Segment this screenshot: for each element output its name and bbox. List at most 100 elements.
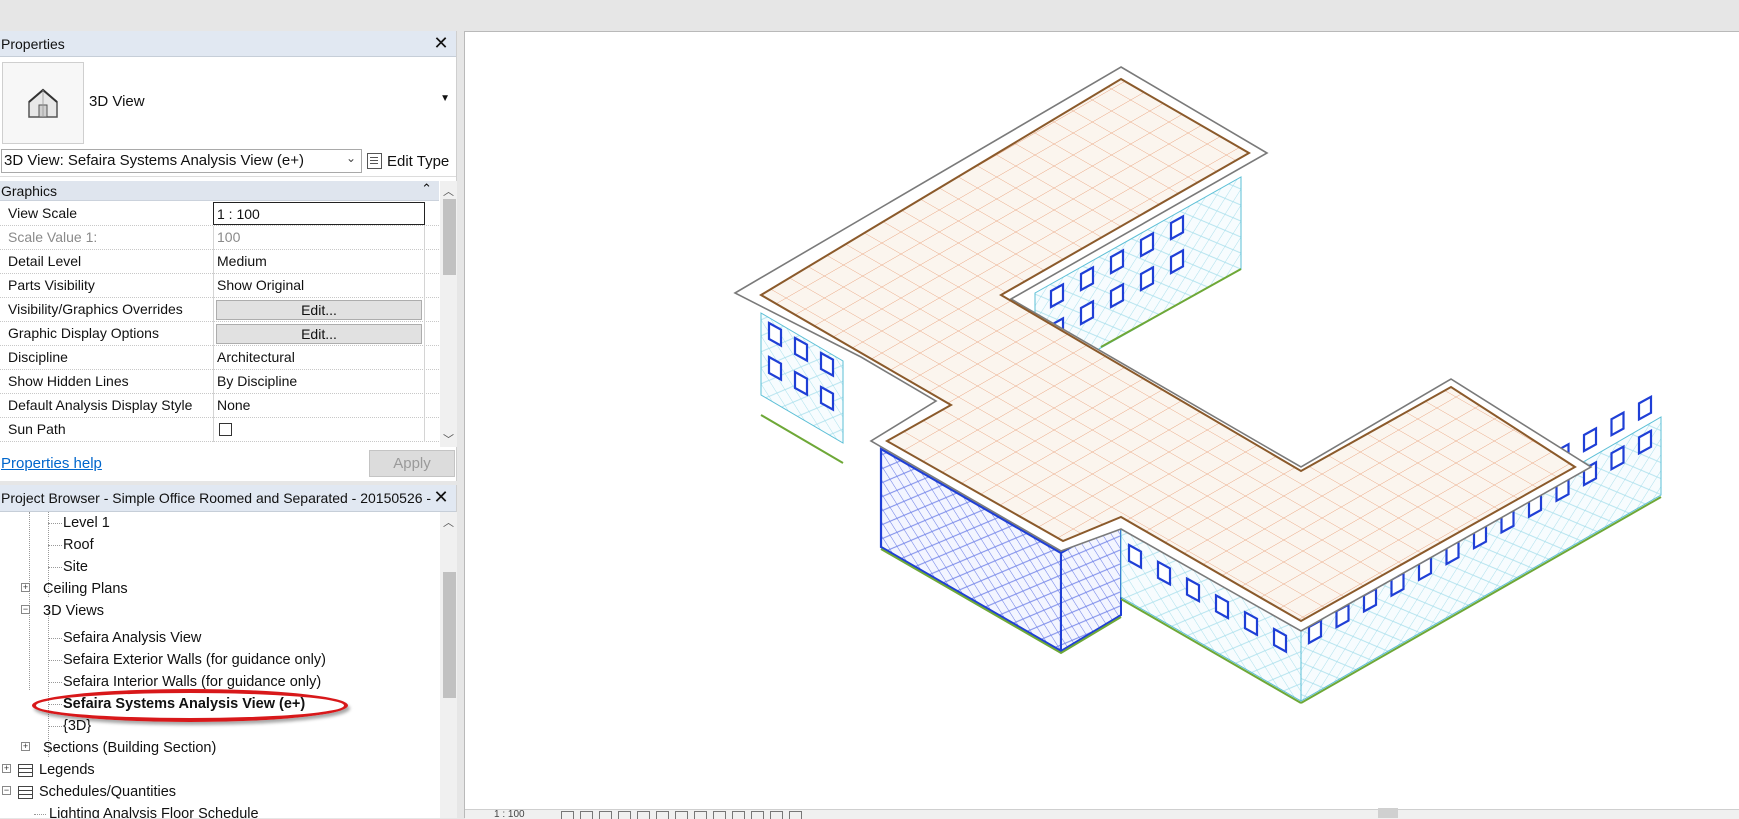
edit-type-label: Edit Type (387, 152, 450, 170)
tree-item-label: Lighting Analysis Floor Schedule (49, 806, 259, 818)
property-value-cell: Edit... (213, 298, 425, 322)
properties-help-link[interactable]: Properties help (1, 455, 102, 472)
scroll-up-icon[interactable]: ︿ (440, 183, 457, 199)
viewport-scroll-thumb[interactable] (1378, 808, 1398, 818)
detail-level-value[interactable]: Medium (213, 250, 425, 274)
group-header-graphics[interactable]: Graphics ⌃ (0, 181, 439, 201)
edit-type-button[interactable]: Edit Type (367, 149, 449, 173)
instance-selector[interactable]: 3D View: Sefaira Systems Analysis View (… (1, 149, 362, 173)
property-row: Default Analysis Display Style None (0, 394, 439, 418)
property-row: Show Hidden Lines By Discipline (0, 370, 439, 394)
tree-guide (48, 660, 62, 661)
properties-scrollbar[interactable]: ︿ ﹀ (440, 181, 457, 447)
analysis-style-value[interactable]: None (213, 394, 425, 418)
tree-item-legends[interactable]: Legends (18, 759, 95, 781)
group-header-label: Graphics (1, 183, 58, 199)
collapse-node-icon[interactable]: − (2, 786, 11, 795)
tree-item-sefaira-systems-analysis-view[interactable]: Sefaira Systems Analysis View (e+) (63, 693, 305, 715)
tree-guide (48, 545, 62, 546)
apply-button[interactable]: Apply (369, 450, 455, 477)
tree-item-sefaira-interior-walls[interactable]: Sefaira Interior Walls (for guidance onl… (63, 671, 321, 693)
tree-item-label: {3D} (63, 718, 92, 734)
tree-item-schedules[interactable]: Schedules/Quantities (18, 781, 176, 803)
parts-visibility-value[interactable]: Show Original (213, 274, 425, 298)
tree-guide (48, 567, 62, 568)
expand-icon[interactable]: + (21, 583, 30, 592)
tree-guide (48, 523, 62, 524)
property-value: 100 (213, 226, 425, 250)
property-name: Parts Visibility (8, 277, 95, 293)
property-row: Parts Visibility Show Original (0, 274, 439, 298)
property-name: Graphic Display Options (8, 325, 159, 341)
instance-selector-value: 3D View: Sefaira Systems Analysis View (… (4, 152, 304, 169)
3d-viewport[interactable]: 1 : 100 (464, 31, 1739, 819)
tree-guide (34, 814, 46, 815)
properties-close-icon[interactable]: ✕ (432, 33, 450, 53)
properties-title: Properties (1, 35, 65, 52)
property-name: Detail Level (8, 253, 82, 269)
properties-title-bar: Properties ✕ (0, 31, 456, 57)
tree-guide (29, 512, 30, 690)
vg-overrides-edit-button[interactable]: Edit... (216, 300, 422, 320)
tree-item-label: Roof (63, 537, 94, 553)
property-name: Discipline (8, 349, 68, 365)
property-value-cell: Edit... (213, 322, 425, 346)
properties-panel: Properties ✕ 3D View ▼ 3D View: Sefaira … (0, 31, 457, 481)
property-row: Detail Level Medium (0, 250, 439, 274)
property-row: Scale Value 1: 100 (0, 226, 439, 250)
project-browser-close-icon[interactable]: ✕ (432, 487, 450, 507)
tree-item-label: Sections (Building Section) (43, 740, 217, 756)
browser-scrollbar[interactable]: ︿ (440, 512, 457, 818)
type-name: 3D View (89, 93, 145, 110)
expand-icon[interactable]: + (21, 742, 30, 751)
collapse-icon[interactable]: ⌃ (421, 181, 432, 197)
property-row: Visibility/Graphics Overrides Edit... (0, 298, 439, 322)
type-dropdown-arrow-icon[interactable]: ▼ (440, 93, 450, 104)
tree-item-3d[interactable]: {3D} (63, 715, 91, 737)
scroll-thumb[interactable] (443, 572, 456, 698)
property-name: View Scale (8, 205, 78, 221)
property-name: Sun Path (8, 421, 66, 437)
tree-guide (48, 726, 62, 727)
tree-item-sefaira-analysis-view[interactable]: Sefaira Analysis View (63, 627, 201, 649)
tree-guide (48, 638, 62, 639)
chevron-down-icon: ⌄ (345, 151, 356, 165)
tree-item-3d-views[interactable]: 3D Views (43, 600, 104, 622)
tree-item-ceiling-plans[interactable]: Ceiling Plans (43, 578, 128, 600)
tree-guide (48, 682, 62, 683)
scroll-up-icon[interactable]: ︿ (440, 514, 457, 530)
schedule-icon (18, 785, 33, 799)
tree-item-level-1[interactable]: Level 1 (63, 512, 110, 534)
tree-item-sections[interactable]: Sections (Building Section) (43, 737, 216, 759)
tree-item-site[interactable]: Site (63, 556, 88, 578)
tree-item-label: 3D Views (43, 603, 104, 619)
property-row: View Scale 1 : 100 (0, 202, 439, 226)
tree-item-sefaira-exterior-walls[interactable]: Sefaira Exterior Walls (for guidance onl… (63, 649, 326, 671)
tree-item-label: Legends (39, 762, 95, 778)
window (1610, 410, 1625, 438)
tree-item-lighting-schedule[interactable]: Lighting Analysis Floor Schedule (49, 803, 259, 818)
top-toolbar-strip (0, 0, 1739, 31)
tree-item-roof[interactable]: Roof (63, 534, 94, 556)
collapse-node-icon[interactable]: − (21, 605, 30, 614)
hidden-lines-value[interactable]: By Discipline (213, 370, 425, 394)
project-tree: Level 1 Roof Site + Ceiling Plans − 3D V… (0, 512, 440, 818)
scroll-thumb[interactable] (443, 199, 456, 275)
display-options-edit-button[interactable]: Edit... (216, 324, 422, 344)
property-row: Graphic Display Options Edit... (0, 322, 439, 346)
view-scale-input[interactable]: 1 : 100 (213, 202, 425, 225)
expand-icon[interactable]: + (2, 764, 11, 773)
property-name: Default Analysis Display Style (8, 397, 193, 413)
tree-guide (48, 704, 62, 705)
discipline-value[interactable]: Architectural (213, 346, 425, 370)
property-row: Discipline Architectural (0, 346, 439, 370)
edit-type-icon (367, 153, 382, 169)
property-row: Sun Path (0, 418, 439, 442)
sun-path-checkbox[interactable] (219, 423, 232, 436)
project-browser-title-bar: Project Browser - Simple Office Roomed a… (0, 485, 456, 512)
tree-item-label: Sefaira Analysis View (63, 630, 202, 646)
scroll-down-icon[interactable]: ﹀ (440, 431, 457, 447)
tree-item-label: Schedules/Quantities (39, 784, 177, 800)
tree-item-label: Sefaira Interior Walls (for guidance onl… (63, 674, 322, 690)
property-name: Scale Value 1: (8, 229, 98, 245)
